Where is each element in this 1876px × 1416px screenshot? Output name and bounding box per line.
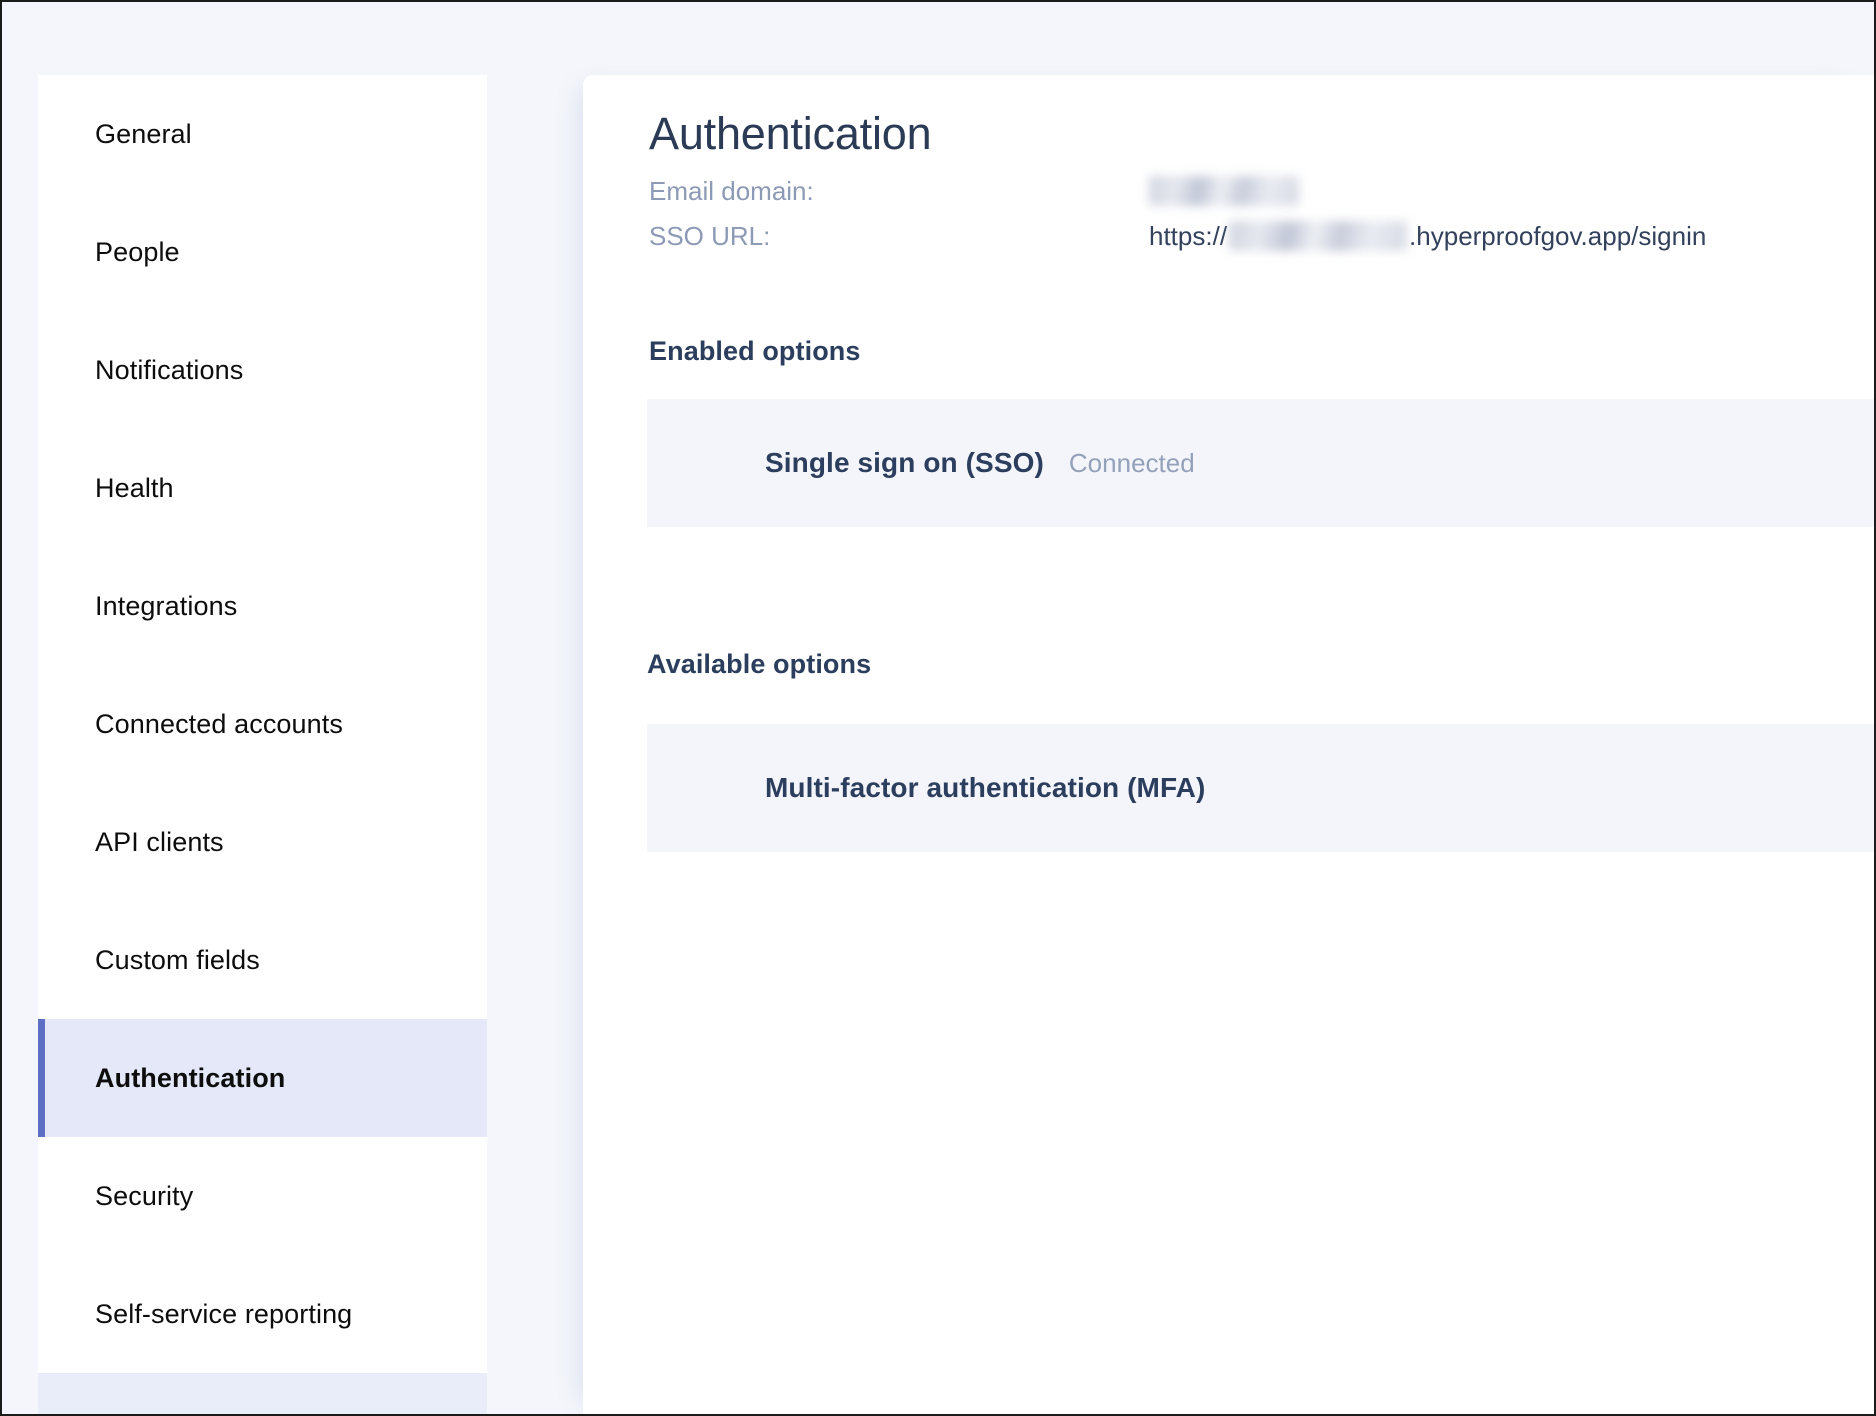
sidebar-item-label: People <box>95 236 180 267</box>
sidebar-item-label: Connected accounts <box>95 708 343 739</box>
redacted-sso-subdomain: redact <box>1229 220 1408 251</box>
sso-url-suffix: .hyperproofgov.app/signin <box>1409 220 1707 251</box>
sidebar-item-security[interactable]: Security <box>38 1137 487 1255</box>
settings-sidebar: General People Notifications Health Inte… <box>38 75 487 1414</box>
sidebar-item-label: API clients <box>95 826 224 857</box>
section-heading-available-options: Available options <box>647 649 872 679</box>
sidebar-item-label: Integrations <box>95 590 238 621</box>
sidebar-item-next-partial[interactable] <box>38 1373 487 1414</box>
option-status-badge: Connected <box>1068 447 1195 478</box>
option-row-multi-factor-authentication[interactable]: Multi-factor authentication (MFA) <box>647 724 1874 852</box>
sidebar-item-authentication[interactable]: Authentication <box>38 1019 487 1137</box>
sidebar-item-label: Authentication <box>95 1062 286 1093</box>
sidebar-item-label: Health <box>95 472 174 503</box>
sidebar-item-notifications[interactable]: Notifications <box>38 311 487 429</box>
option-row-single-sign-on[interactable]: Single sign on (SSO) Connected <box>647 399 1874 527</box>
sidebar-item-self-service-reporting[interactable]: Self-service reporting <box>38 1255 487 1373</box>
sidebar-item-integrations[interactable]: Integrations <box>38 547 487 665</box>
sidebar-item-custom-fields[interactable]: Custom fields <box>38 901 487 1019</box>
sidebar-item-label: Self-service reporting <box>95 1298 353 1329</box>
content-header-block: Authentication Email domain: redacted SS… <box>583 75 1874 367</box>
sidebar-item-general[interactable]: General <box>38 75 487 193</box>
settings-screenshot: General People Notifications Health Inte… <box>0 0 1876 1416</box>
page-title: Authentication <box>649 108 932 159</box>
sso-url-label: SSO URL: <box>649 220 771 251</box>
sidebar-item-api-clients[interactable]: API clients <box>38 783 487 901</box>
sidebar-item-label: General <box>95 118 192 149</box>
sso-url-prefix: https:// <box>1149 220 1228 251</box>
authentication-meta-table: Email domain: redacted SSO URL: https://… <box>649 175 1874 266</box>
sidebar-item-health[interactable]: Health <box>38 429 487 547</box>
sso-url-value: https:// redact .hyperproofgov.app/signi… <box>1149 220 1707 252</box>
sidebar-nav-list: General People Notifications Health Inte… <box>38 75 487 1414</box>
sso-url-row: SSO URL: https:// redact .hyperproofgov.… <box>649 220 1874 266</box>
sidebar-item-label: Notifications <box>95 354 244 385</box>
authentication-content-panel: Authentication Email domain: redacted SS… <box>583 75 1874 1414</box>
sidebar-item-connected-accounts[interactable]: Connected accounts <box>38 665 487 783</box>
sidebar-item-people[interactable]: People <box>38 193 487 311</box>
section-heading-enabled-options: Enabled options <box>649 335 861 366</box>
redacted-email-domain: redacted <box>1149 175 1299 206</box>
option-name: Single sign on (SSO) <box>765 447 1044 478</box>
sidebar-item-label: Security <box>95 1180 194 1211</box>
email-domain-label: Email domain: <box>649 175 814 206</box>
email-domain-row: Email domain: redacted <box>649 175 1874 221</box>
sidebar-item-label: Custom fields <box>95 944 260 975</box>
email-domain-value: redacted <box>1149 175 1299 206</box>
option-name: Multi-factor authentication (MFA) <box>765 772 1206 803</box>
